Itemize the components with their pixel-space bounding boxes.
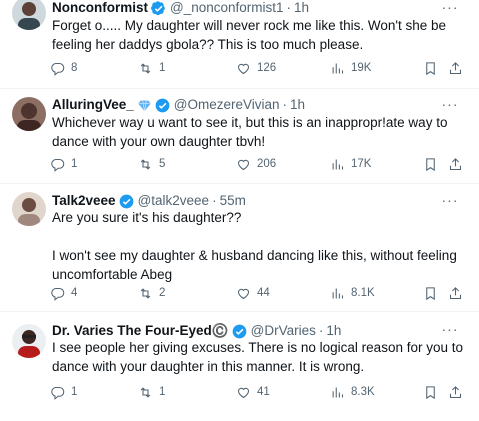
handle[interactable]: @OmezereVivian bbox=[174, 95, 280, 115]
verified-badge-icon bbox=[119, 194, 133, 208]
like-count: 44 bbox=[257, 287, 270, 299]
action-bar: 1 5 206 17K bbox=[50, 155, 469, 173]
tweet-text: I see people her giving excuses. There i… bbox=[52, 340, 463, 374]
reply-icon bbox=[51, 62, 65, 76]
reply-button[interactable]: 1 bbox=[50, 383, 77, 401]
retweet-icon bbox=[140, 62, 151, 74]
reply-count: 8 bbox=[71, 62, 78, 74]
separator-dot: · bbox=[282, 97, 288, 112]
reply-icon bbox=[51, 386, 65, 400]
view-count: 19K bbox=[351, 62, 372, 74]
tweet-text: Are you sure it's his daughter?? I won't… bbox=[52, 210, 457, 282]
views-icon bbox=[332, 63, 344, 73]
retweet-button[interactable]: 2 bbox=[138, 284, 165, 302]
share-icon bbox=[449, 385, 462, 398]
reply-icon bbox=[51, 158, 65, 172]
share-button[interactable] bbox=[448, 383, 463, 401]
bookmark-icon bbox=[426, 385, 435, 399]
share-icon bbox=[449, 157, 462, 170]
retweet-button[interactable]: 5 bbox=[138, 155, 165, 173]
like-count: 206 bbox=[257, 158, 277, 170]
avatar[interactable] bbox=[12, 192, 46, 226]
retweet-count: 2 bbox=[159, 287, 166, 299]
reply-count: 4 bbox=[71, 287, 78, 299]
avatar[interactable] bbox=[12, 97, 46, 131]
views-button[interactable]: 8.1K bbox=[330, 284, 375, 302]
tweet-2[interactable]: AlluringVee_ @OmezereVivian · 1h ··· Whi… bbox=[0, 88, 479, 184]
bookmark-button[interactable] bbox=[423, 155, 438, 173]
bookmark-button[interactable] bbox=[423, 383, 438, 401]
like-count: 126 bbox=[257, 62, 277, 74]
reply-button[interactable]: 1 bbox=[50, 155, 77, 173]
tweet-3[interactable]: Talk2veee @talk2veee · 55m ··· Are you s… bbox=[0, 183, 479, 312]
retweet-icon bbox=[140, 158, 151, 170]
like-button[interactable]: 44 bbox=[236, 284, 270, 302]
views-button[interactable]: 8.3K bbox=[330, 383, 375, 401]
share-button[interactable] bbox=[448, 155, 463, 173]
verified-badge-icon bbox=[232, 324, 246, 338]
views-icon bbox=[332, 387, 344, 397]
reply-button[interactable]: 4 bbox=[50, 284, 77, 302]
diamond-icon bbox=[138, 99, 151, 111]
timestamp[interactable]: 1h bbox=[290, 95, 305, 115]
retweet-icon bbox=[140, 386, 151, 398]
tweet-4[interactable]: Dr. Varies The Four-Eyed©️ @DrVaries · 1… bbox=[0, 311, 479, 421]
retweet-button[interactable]: 1 bbox=[138, 59, 165, 77]
view-count: 17K bbox=[351, 158, 372, 170]
action-bar: 8 1 126 19K bbox=[50, 59, 469, 77]
views-button[interactable]: 17K bbox=[330, 155, 371, 173]
bookmark-icon bbox=[426, 286, 435, 300]
share-button[interactable] bbox=[448, 59, 463, 77]
like-button[interactable]: 126 bbox=[236, 59, 276, 77]
reply-count: 1 bbox=[71, 158, 78, 170]
view-count: 8.1K bbox=[351, 287, 375, 299]
retweet-count: 5 bbox=[159, 158, 166, 170]
avatar[interactable] bbox=[12, 324, 46, 358]
bookmark-icon bbox=[426, 157, 435, 171]
tweet-text: Whichever way u want to see it, but this… bbox=[52, 115, 448, 149]
retweet-count: 1 bbox=[159, 62, 166, 74]
views-icon bbox=[332, 288, 344, 298]
like-icon bbox=[237, 387, 250, 398]
reply-count: 1 bbox=[71, 386, 78, 398]
like-icon bbox=[237, 159, 250, 170]
action-bar: 4 2 44 8.1K bbox=[50, 284, 469, 302]
avatar[interactable] bbox=[12, 0, 46, 30]
action-bar: 1 1 41 8.3K bbox=[50, 383, 469, 401]
like-button[interactable]: 41 bbox=[236, 383, 270, 401]
tweet-header: AlluringVee_ @OmezereVivian · 1h bbox=[52, 95, 439, 115]
share-icon bbox=[449, 286, 462, 299]
retweet-icon bbox=[140, 287, 151, 299]
tweet-1[interactable]: Nonconformist @_nonconformist1 · 1h ··· … bbox=[0, 0, 479, 88]
bookmark-icon bbox=[426, 61, 435, 75]
display-name[interactable]: AlluringVee_ bbox=[52, 95, 134, 115]
like-button[interactable]: 206 bbox=[236, 155, 276, 173]
like-icon bbox=[237, 288, 250, 299]
retweet-button[interactable]: 1 bbox=[138, 383, 165, 401]
bookmark-button[interactable] bbox=[423, 284, 438, 302]
views-icon bbox=[332, 159, 344, 169]
bookmark-button[interactable] bbox=[423, 59, 438, 77]
like-icon bbox=[237, 63, 250, 74]
share-button[interactable] bbox=[448, 284, 463, 302]
verified-badge-icon bbox=[155, 98, 170, 112]
retweet-count: 1 bbox=[159, 386, 166, 398]
tweet-text: Forget o..... My daughter will never roc… bbox=[52, 18, 446, 52]
share-icon bbox=[449, 61, 462, 74]
reply-button[interactable]: 8 bbox=[50, 59, 77, 77]
like-count: 41 bbox=[257, 386, 270, 398]
views-button[interactable]: 19K bbox=[330, 59, 371, 77]
view-count: 8.3K bbox=[351, 386, 375, 398]
reply-icon bbox=[51, 287, 65, 301]
verified-badge-icon bbox=[151, 0, 165, 15]
